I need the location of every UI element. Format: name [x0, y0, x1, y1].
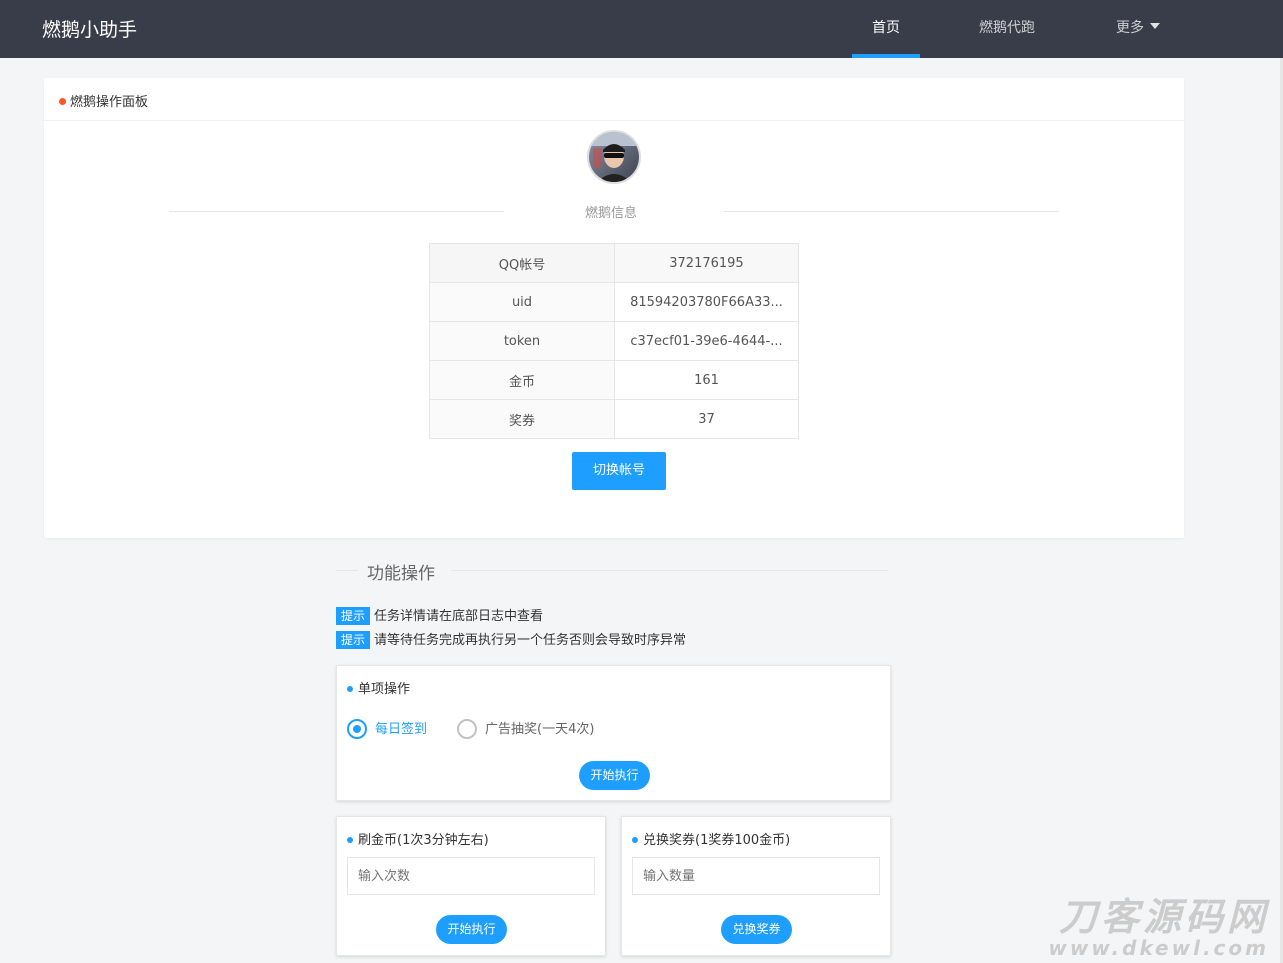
- info-divider-right: [724, 211, 1059, 212]
- caret-down-icon: [1150, 23, 1160, 29]
- avatar-image: [589, 132, 639, 182]
- info-value: c37ecf01-39e6-4644-...: [614, 321, 799, 361]
- account-info-table: QQ帐号 372176195 uid 81594203780F66A33... …: [429, 243, 799, 439]
- start-execute-button[interactable]: 开始执行: [579, 761, 650, 790]
- radio-unchecked-icon: [457, 718, 477, 739]
- table-row: 奖券 37: [429, 399, 799, 439]
- tip-line-1: 提示 任务详情请在底部日志中查看: [336, 605, 543, 626]
- card-title: 兑换奖券(1奖券100金币): [632, 829, 790, 848]
- title-dot-icon: [347, 685, 353, 692]
- nav-more-label: 更多: [1116, 20, 1144, 36]
- control-panel-card: 燃鹅操作面板 燃鹅信息 QQ帐号 372176195 uid 815942037…: [44, 78, 1184, 538]
- card-title-text: 兑换奖券(1奖券100金币): [643, 833, 791, 848]
- radio-daily-checkin[interactable]: 每日签到: [347, 718, 427, 740]
- tip-badge: 提示: [336, 606, 371, 625]
- table-row: uid 81594203780F66A33...: [429, 282, 799, 322]
- info-value: 37: [614, 399, 799, 439]
- radio-ad-lottery[interactable]: 广告抽奖(一天4次): [457, 718, 594, 740]
- info-key: uid: [429, 282, 615, 322]
- card-title: 刷金币(1次3分钟左右): [347, 829, 489, 848]
- count-input[interactable]: [347, 857, 595, 895]
- nav-home[interactable]: 首页: [852, 0, 920, 58]
- tip-badge: 提示: [336, 630, 371, 649]
- nav-daipao[interactable]: 燃鹅代跑: [966, 0, 1048, 58]
- info-key: QQ帐号: [429, 243, 615, 283]
- site-watermark: 刀客源码网 www.dkewl.com: [1048, 897, 1269, 959]
- fn-divider-right: [451, 570, 888, 571]
- info-key: 金币: [429, 360, 615, 400]
- info-key: 奖券: [429, 399, 615, 439]
- nav-daipao-label: 燃鹅代跑: [979, 20, 1035, 36]
- card-title-text: 单项操作: [358, 682, 411, 697]
- radio-label: 广告抽奖(一天4次): [485, 722, 595, 737]
- table-row: QQ帐号 372176195: [429, 243, 799, 283]
- watermark-line-1: 刀客源码网: [1058, 895, 1269, 939]
- tip-line-2: 提示 请等待任务完成再执行另一个任务否则会导致时序异常: [336, 629, 686, 650]
- title-dot-icon: [59, 98, 66, 105]
- exchange-ticket-button[interactable]: 兑换奖券: [721, 915, 792, 944]
- app-logo[interactable]: 燃鹅小助手: [42, 15, 137, 42]
- title-dot-icon: [347, 836, 353, 843]
- info-section-label: 燃鹅信息: [585, 206, 638, 221]
- coins-start-button[interactable]: 开始执行: [436, 915, 507, 944]
- amount-input[interactable]: [632, 857, 880, 895]
- panel-header: 燃鹅操作面板: [44, 78, 1184, 121]
- card-title-text: 刷金币(1次3分钟左右): [358, 833, 489, 848]
- nav-home-label: 首页: [872, 20, 900, 36]
- radio-label: 每日签到: [375, 722, 428, 737]
- info-value: 161: [614, 360, 799, 400]
- title-dot-icon: [632, 836, 638, 843]
- info-divider-left: [169, 211, 504, 212]
- info-value: 372176195: [614, 243, 799, 283]
- nav-more[interactable]: 更多: [1100, 0, 1176, 58]
- card-title: 单项操作: [347, 678, 410, 697]
- panel-title-text: 燃鹅操作面板: [70, 95, 149, 110]
- watermark-line-2: www.dkewl.com: [1048, 936, 1269, 960]
- panel-title: 燃鹅操作面板: [59, 91, 148, 110]
- nav-active-indicator: [852, 54, 920, 58]
- tip-text: 任务详情请在底部日志中查看: [374, 609, 544, 624]
- tip-text: 请等待任务完成再执行另一个任务否则会导致时序异常: [374, 633, 687, 648]
- table-row: 金币 161: [429, 360, 799, 400]
- coins-card: 刷金币(1次3分钟左右) 开始执行: [336, 816, 606, 956]
- functions-title: 功能操作: [367, 564, 435, 584]
- exchange-card: 兑换奖券(1奖券100金币) 兑换奖券: [621, 816, 891, 956]
- info-value: 81594203780F66A33...: [614, 282, 799, 322]
- info-key: token: [429, 321, 615, 361]
- radio-checked-icon: [347, 718, 367, 739]
- single-operation-card: 单项操作 每日签到 广告抽奖(一天4次) 开始执行: [336, 665, 891, 801]
- user-avatar: [587, 130, 641, 184]
- table-row: token c37ecf01-39e6-4644-...: [429, 321, 799, 361]
- page: 燃鹅小助手 首页 燃鹅代跑 更多 燃鹅操作面板 燃鹅信息 QQ帐号 372176…: [0, 0, 1283, 963]
- switch-account-button[interactable]: 切换帐号: [572, 452, 666, 490]
- top-navbar: 燃鹅小助手 首页 燃鹅代跑 更多: [0, 0, 1283, 58]
- fn-divider-left: [336, 570, 358, 571]
